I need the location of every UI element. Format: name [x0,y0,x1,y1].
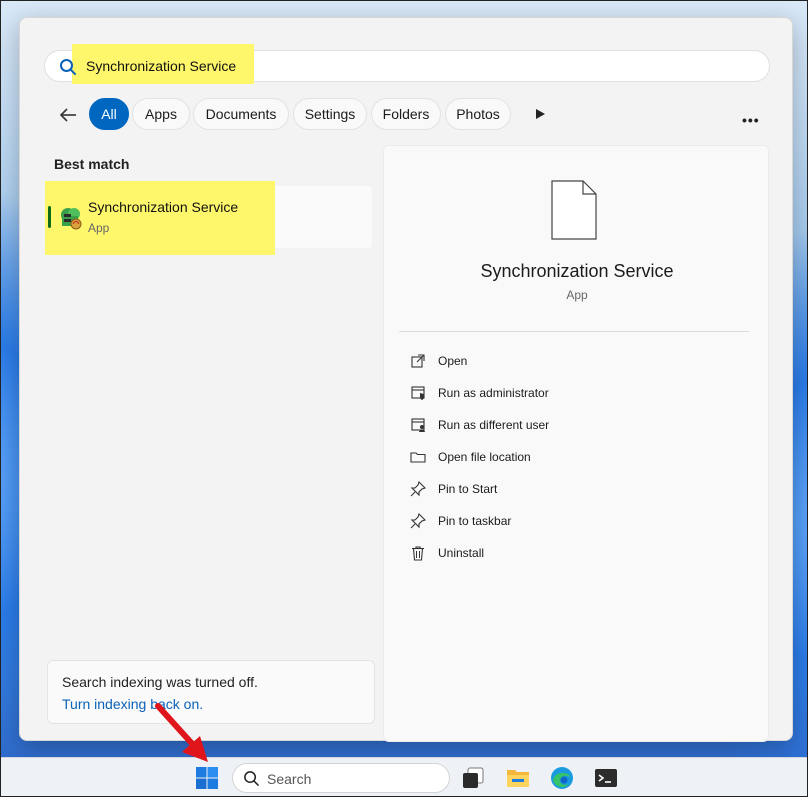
tab-all[interactable]: All [89,98,129,130]
terminal-icon[interactable] [594,766,618,790]
taskbar-search-box[interactable]: Search [232,763,450,793]
play-more-filters-icon[interactable] [534,108,546,120]
pin-icon [410,481,426,497]
detail-type: App [566,288,588,302]
search-icon [244,771,259,786]
annotation-arrow-icon [155,703,208,762]
tab-folders[interactable]: Folders [371,98,441,130]
tab-apps[interactable]: Apps [132,98,190,130]
action-uninstall[interactable]: Uninstall [410,542,484,564]
trash-icon [412,546,424,561]
action-open-file-location[interactable]: Open file location [410,446,531,468]
search-query: Synchronization Service [86,58,237,74]
open-icon [411,354,425,368]
taskbar-search-placeholder: Search [267,771,312,787]
detail-pane: Synchronization Service App Open Run as … [383,145,769,742]
tab-documents[interactable]: Documents [193,98,289,130]
detail-title: Synchronization Service [480,261,674,281]
tab-photos[interactable]: Photos [445,98,511,130]
user-icon [411,418,425,432]
action-run-as-different-user[interactable]: Run as different user [410,414,549,436]
file-explorer-icon[interactable] [506,766,530,790]
action-pin-to-taskbar[interactable]: Pin to taskbar [410,510,511,532]
search-icon [60,59,76,75]
result-title: Synchronization Service [88,199,239,215]
task-view-icon[interactable] [461,766,485,790]
selection-indicator [48,206,51,228]
sync-service-app-icon [61,208,82,230]
best-match-heading: Best match [54,156,130,172]
taskbar: Search [0,757,808,797]
action-open[interactable]: Open [410,350,467,372]
divider [399,331,749,332]
result-type: App [88,221,110,235]
more-options-icon[interactable]: ••• [742,112,760,128]
action-pin-to-start[interactable]: Pin to Start [410,478,497,500]
tab-settings[interactable]: Settings [293,98,367,130]
indexing-message: Search indexing was turned off. [62,674,258,690]
document-icon [551,180,597,240]
action-run-as-administrator[interactable]: Run as administrator [410,382,549,404]
back-arrow-icon[interactable] [58,105,78,125]
search-panel: Synchronization Service All Apps Documen… [19,17,793,742]
shield-icon [411,386,425,400]
folder-icon [410,452,426,463]
pin-icon [410,513,426,529]
edge-icon[interactable] [550,766,574,790]
